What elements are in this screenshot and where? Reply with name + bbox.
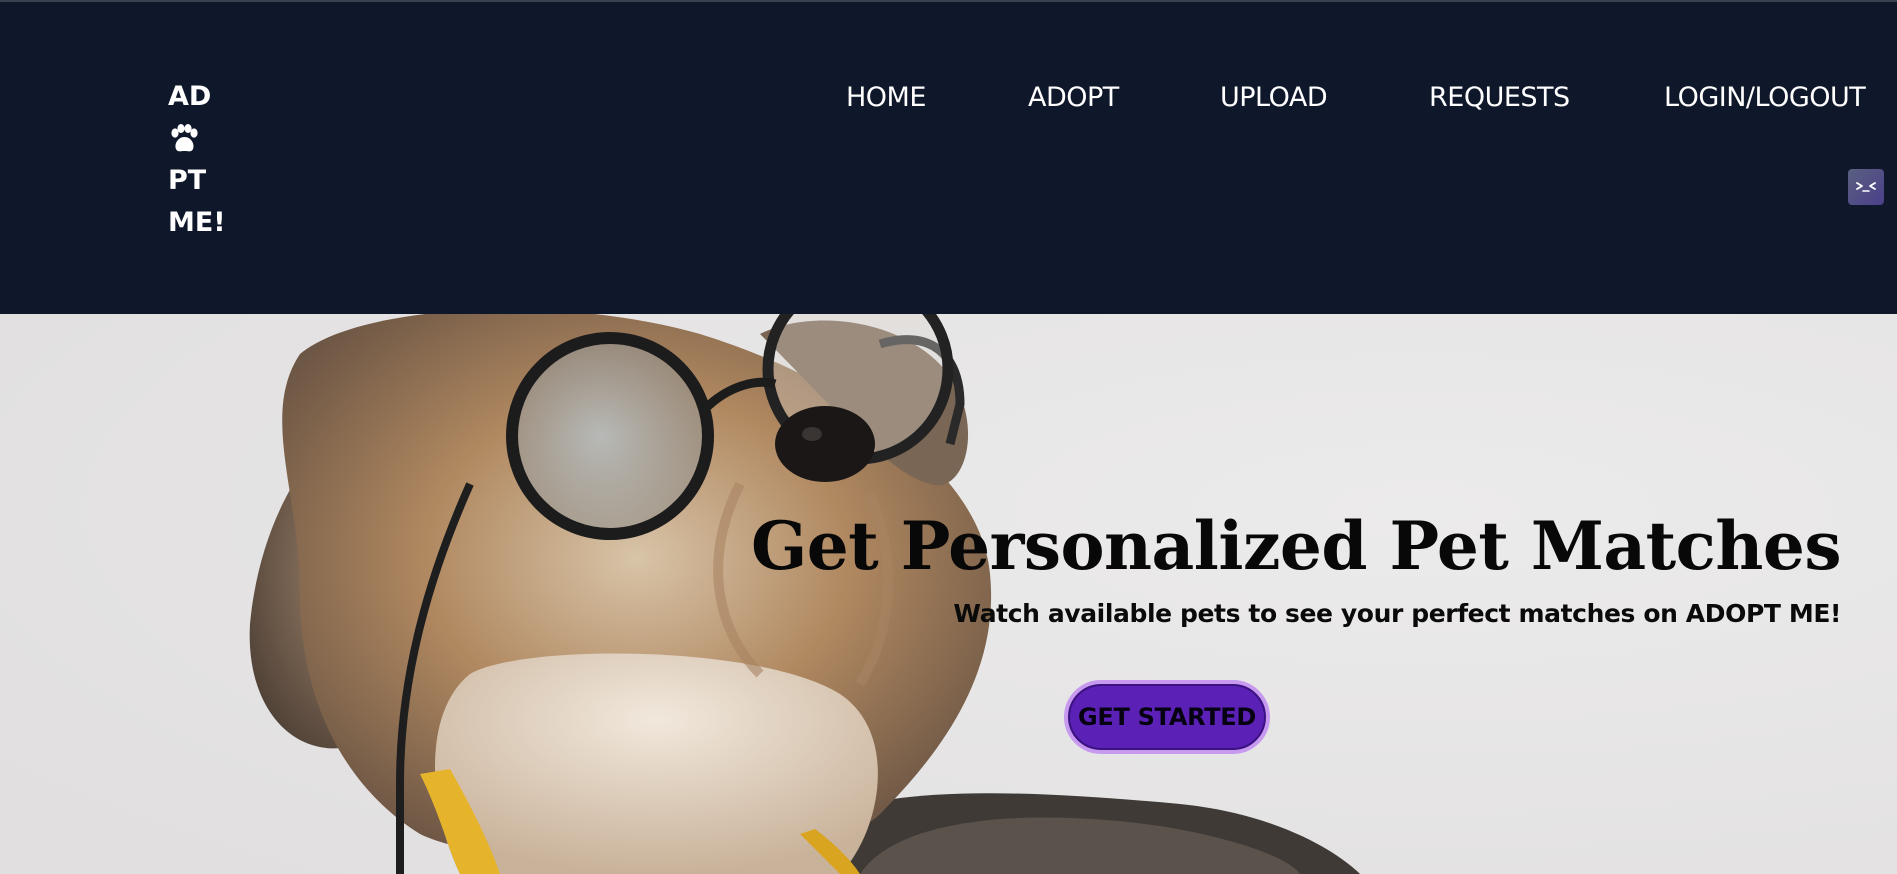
nav-link-upload[interactable]: UPLOAD [1220,78,1328,118]
logo-text-line-2: PT [168,165,207,196]
nav-link-login-logout[interactable]: LOGIN/LOGOUT [1664,78,1866,118]
get-started-button[interactable]: GET STARTED [1064,680,1270,754]
nav-link-requests[interactable]: REQUESTS [1429,78,1570,118]
navbar: AD PT ME! HOME ADOPT UPLOAD REQUESTS LOG… [0,2,1897,314]
hero-section: Get Personalized Pet Matches Watch avail… [0,314,1897,874]
paw-icon [171,124,198,152]
nav-link-adopt[interactable]: ADOPT [1028,78,1119,118]
main-nav: HOME ADOPT UPLOAD REQUESTS LOGIN/LOGOUT [0,78,1897,118]
page: AD PT ME! HOME ADOPT UPLOAD REQUESTS LOG… [0,0,1897,874]
hero-title: Get Personalized Pet Matches [750,507,1842,585]
nav-link-home[interactable]: HOME [846,78,926,118]
hero-subtitle: Watch available pets to see your perfect… [953,599,1841,628]
dog-with-glasses-photo [0,314,1897,874]
logo-text-line-3: ME! [168,207,226,238]
devtools-toggle-button[interactable] [1848,169,1884,205]
code-toggle-icon [1856,182,1876,192]
